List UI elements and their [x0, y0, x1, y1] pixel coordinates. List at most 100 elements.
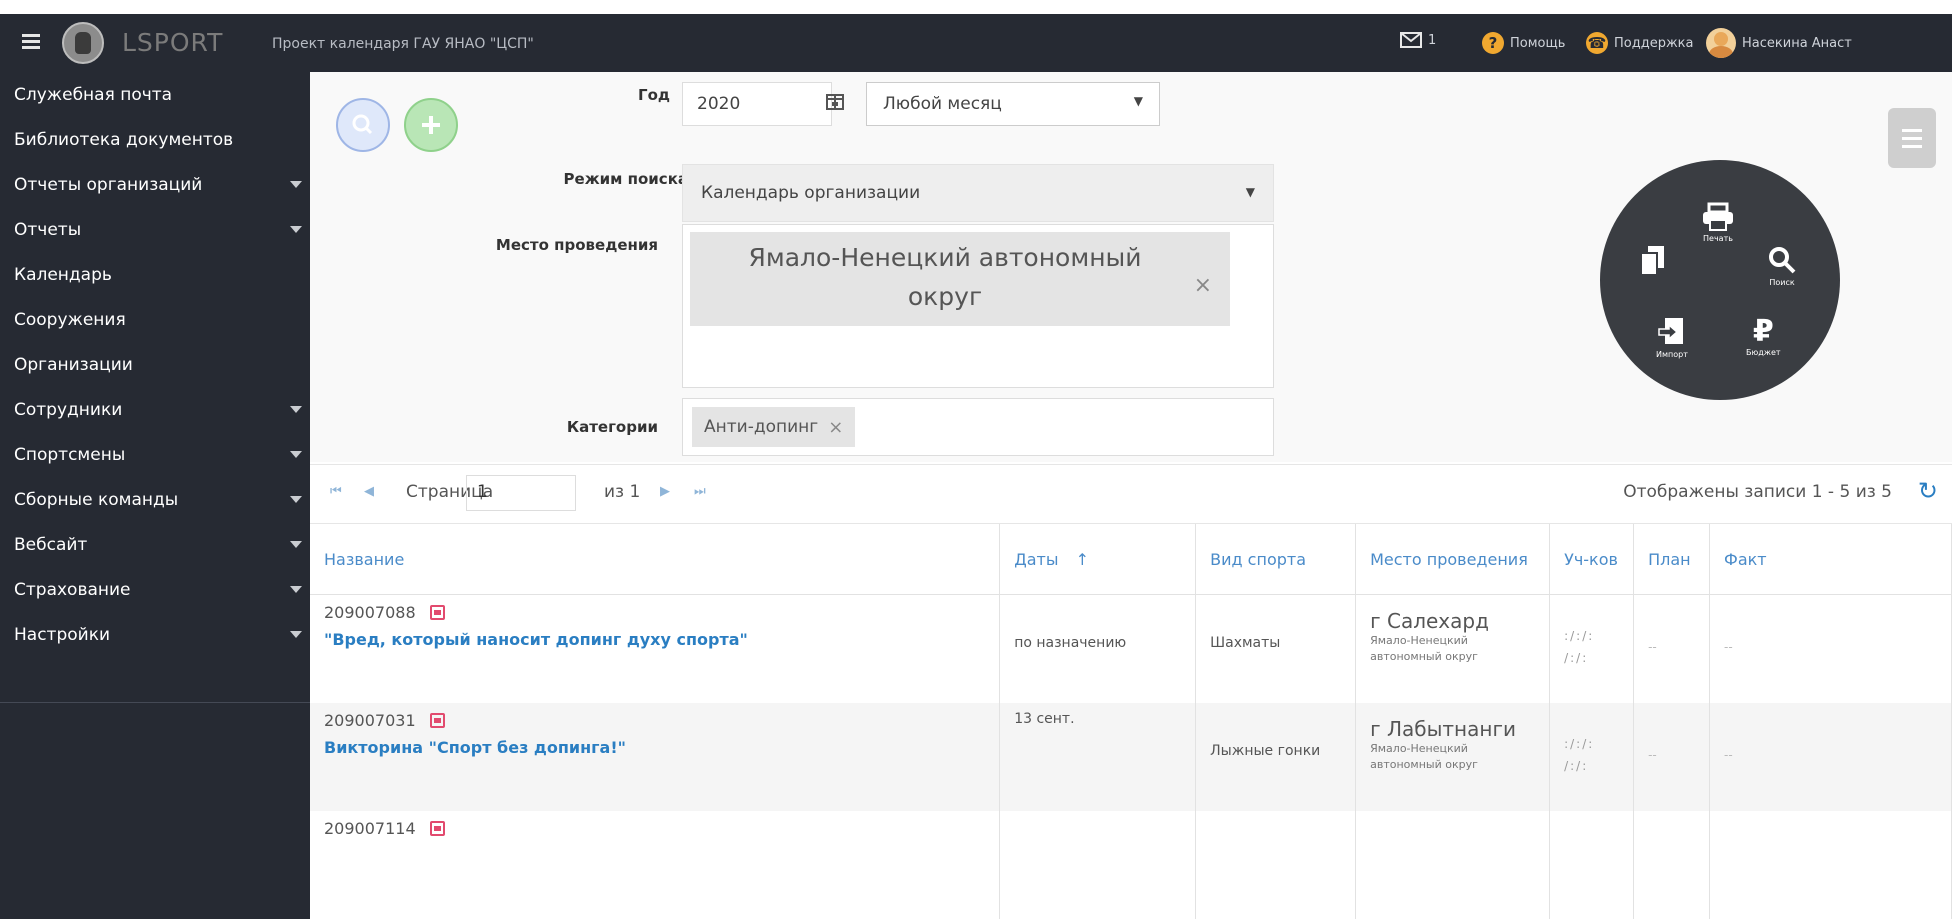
caret-down-icon [290, 226, 302, 233]
calendar-icon[interactable] [429, 605, 445, 620]
calendar-icon[interactable] [429, 712, 445, 728]
cell-dates: 13 сент. [999, 702, 1197, 811]
caret-down-icon [290, 586, 302, 593]
print-action[interactable]: Печать [1700, 202, 1736, 243]
mail-indicator[interactable]: 1 [1400, 32, 1436, 48]
remove-chip-icon[interactable]: × [828, 417, 843, 438]
month-select-value: Любой месяц [883, 94, 1002, 114]
col-header-fact[interactable]: Факт [1709, 524, 1952, 595]
copy-icon [1640, 246, 1664, 276]
cell-dates [999, 810, 1197, 919]
cell-plan [1633, 810, 1711, 919]
page-input[interactable]: 1 [466, 475, 576, 511]
fact-value: -- [1724, 747, 1733, 762]
chevron-down-icon: ▼ [1245, 185, 1255, 199]
col-header-name[interactable]: Название [310, 524, 1001, 595]
sidebar-item[interactable]: Сооружения [0, 297, 310, 342]
event-title-link[interactable]: Викторина "Спорт без допинга!" [324, 738, 985, 757]
date-picker-icon[interactable] [826, 92, 844, 114]
sidebar-item[interactable]: Сотрудники [0, 387, 310, 432]
cell-fact [1709, 810, 1952, 919]
last-page-icon[interactable]: ⏭ [694, 484, 706, 499]
add-button[interactable] [404, 98, 458, 152]
sidebar-item[interactable]: Служебная почта [0, 72, 310, 117]
caret-down-icon [290, 541, 302, 548]
cell-sport [1195, 810, 1357, 919]
table-row[interactable]: 209007088 "Вред, который наносит допинг д… [310, 594, 1952, 703]
search-mode-value: Календарь организации [701, 183, 921, 203]
place-city: г Салехард [1370, 609, 1489, 633]
sidebar-item-label: Вебсайт [14, 534, 88, 555]
caret-down-icon [290, 631, 302, 638]
participants-line-1: :/:/: [1564, 736, 1595, 751]
search-label: Поиск [1769, 278, 1795, 287]
copy-action[interactable] [1638, 244, 1668, 280]
action-wheel: Печать Поиск Импорт ₽ Бюджет [1600, 160, 1840, 400]
participants-line-1: :/:/: [1564, 629, 1595, 643]
cell-sport: Лыжные гонки [1195, 702, 1357, 811]
cell-plan: -- [1633, 702, 1711, 811]
cell-dates: по назначению [999, 594, 1197, 703]
refresh-icon[interactable]: ↻ [1918, 477, 1938, 505]
panel-menu-button[interactable] [1888, 108, 1936, 168]
sidebar-item[interactable]: Спортсмены [0, 432, 310, 477]
search-button[interactable] [336, 98, 390, 152]
table-row[interactable]: 209007114 [310, 810, 1952, 919]
sidebar-item[interactable]: Страхование [0, 567, 310, 612]
table-row[interactable]: 209007031 Викторина "Спорт без допинга!" 1… [310, 702, 1952, 811]
caret-down-icon [290, 406, 302, 413]
col-header-dates[interactable]: Даты ↑ [999, 524, 1197, 595]
search-mode-select[interactable]: Календарь организации ▼ [682, 164, 1274, 222]
sidebar-item-label: Настройки [14, 624, 111, 645]
cell-plan: -- [1633, 594, 1711, 703]
next-page-icon[interactable]: ▶ [660, 484, 670, 499]
col-header-participants[interactable]: Уч-ков [1549, 524, 1635, 595]
sidebar-item[interactable]: Вебсайт [0, 522, 310, 567]
user-menu[interactable]: Насекина Анаст [1706, 28, 1852, 58]
month-select[interactable]: Любой месяц ▼ [866, 82, 1160, 126]
search-action[interactable]: Поиск [1766, 244, 1798, 287]
year-input[interactable]: 2020 [682, 82, 832, 126]
sort-up-icon: ↑ [1075, 549, 1089, 569]
plus-icon [422, 116, 440, 134]
cell-participants [1549, 810, 1635, 919]
categories-label: Категории [566, 418, 658, 436]
first-page-icon[interactable]: ⏮ [330, 484, 342, 499]
hamburger-menu-icon[interactable] [22, 31, 44, 53]
col-header-sport[interactable]: Вид спорта [1195, 524, 1357, 595]
sidebar-item-label: Библиотека документов [14, 129, 234, 150]
cell-fact: -- [1709, 702, 1952, 811]
project-title: Проект календаря ГАУ ЯНАО "ЦСП" [272, 36, 534, 52]
support-link[interactable]: ☎ Поддержка [1586, 32, 1694, 54]
help-link[interactable]: ? Помощь [1482, 32, 1565, 54]
budget-action[interactable]: ₽ Бюджет [1746, 316, 1781, 358]
col-header-place[interactable]: Место проведения [1355, 524, 1551, 595]
sidebar-item[interactable]: Отчеты организаций [0, 162, 310, 207]
caret-down-icon [290, 451, 302, 458]
remove-tag-icon[interactable]: × [1194, 266, 1212, 305]
sidebar-item[interactable]: Организации [0, 342, 310, 387]
help-label: Помощь [1510, 35, 1566, 51]
place-region: Ямало-Ненецкий автономный округ [1370, 741, 1478, 771]
calendar-icon[interactable] [429, 820, 445, 836]
col-header-plan[interactable]: План [1633, 524, 1711, 595]
sidebar-item-label: Отчеты [14, 219, 82, 240]
printer-icon [1703, 202, 1733, 231]
sidebar-item[interactable]: Сборные команды [0, 477, 310, 522]
sidebar-item[interactable]: Библиотека документов [0, 117, 310, 162]
records-label: Отображены записи 1 - 5 из 5 [1623, 482, 1892, 502]
plan-value: -- [1648, 640, 1657, 654]
avatar [1706, 28, 1736, 58]
pager: ⏮ ◀ Страница 1 из 1 ▶ ⏭ Отображены запис… [310, 464, 1952, 524]
participants-line-2: /:/: [1564, 651, 1589, 665]
prev-page-icon[interactable]: ◀ [364, 484, 374, 499]
mail-count: 1 [1428, 32, 1437, 48]
sidebar-item[interactable]: Календарь [0, 252, 310, 297]
event-code: 209007031 [324, 711, 985, 730]
sidebar-item[interactable]: Настройки [0, 612, 310, 657]
event-title-link[interactable]: "Вред, который наносит допинг духу спорт… [324, 630, 985, 649]
sidebar-item-label: Сотрудники [14, 399, 123, 420]
sidebar-item[interactable]: Отчеты [0, 207, 310, 252]
import-action[interactable]: Импорт [1656, 316, 1688, 359]
search-icon [352, 114, 373, 135]
